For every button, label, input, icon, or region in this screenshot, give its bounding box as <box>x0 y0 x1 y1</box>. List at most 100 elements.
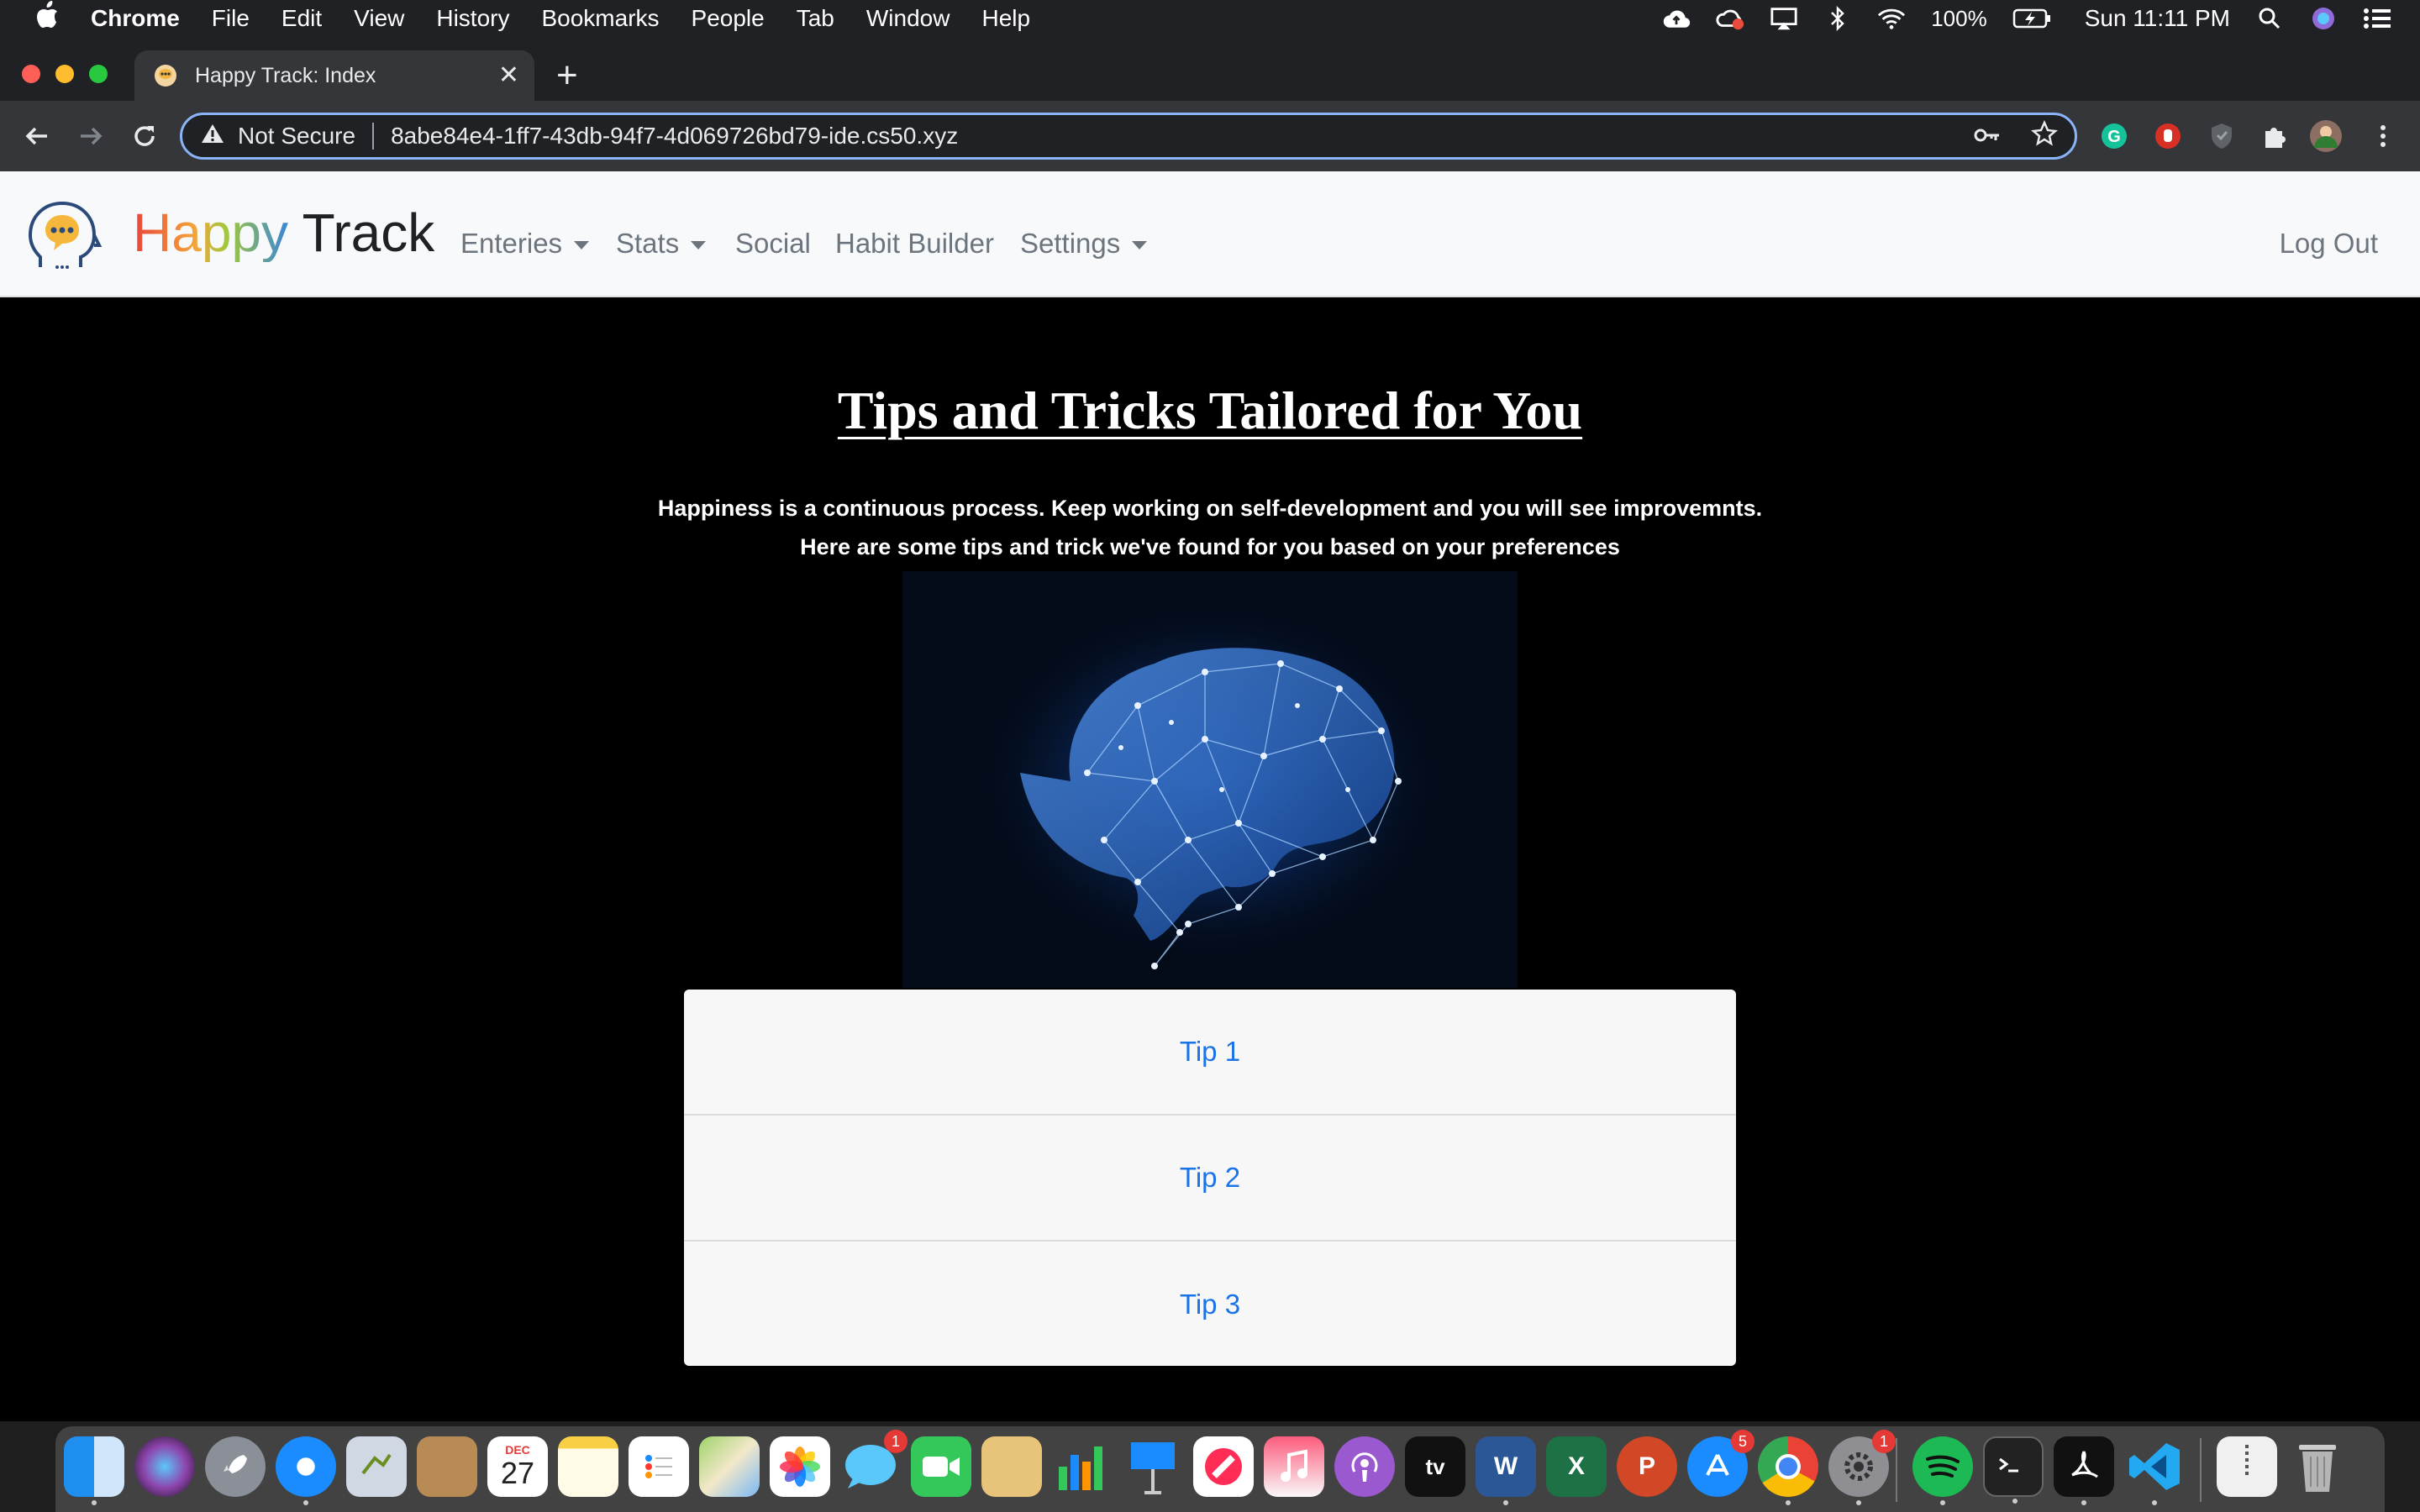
safari-compass-icon[interactable] <box>276 1436 336 1505</box>
macos-menu-bar: Chrome File Edit View History Bookmarks … <box>0 0 2420 37</box>
grammarly-extension-icon[interactable]: G <box>2097 119 2131 153</box>
nav-settings-dropdown[interactable]: Settings <box>1020 227 1148 260</box>
siri-icon[interactable] <box>2309 6 2338 31</box>
spotify-icon[interactable] <box>1912 1436 1973 1505</box>
key-icon[interactable] <box>1974 123 2001 150</box>
menu-app-name[interactable]: Chrome <box>91 5 180 32</box>
keynote-podium-icon[interactable] <box>1123 1436 1183 1497</box>
powerpoint-icon[interactable]: P <box>1617 1436 1677 1497</box>
logout-link[interactable]: Log Out <box>2280 227 2378 260</box>
tip-3-link[interactable]: Tip 3 <box>684 1242 1736 1366</box>
notes-icon[interactable] <box>558 1436 618 1497</box>
address-bar[interactable]: Not Secure 8abe84e4-1ff7-43db-94f7-4d069… <box>180 113 2077 160</box>
battery-icon[interactable] <box>2012 6 2051 31</box>
new-tab-button[interactable]: + <box>556 57 578 94</box>
warning-triangle-icon[interactable] <box>201 123 224 150</box>
calendar-icon[interactable]: DEC 27 <box>487 1436 548 1497</box>
apple-menu-icon[interactable] <box>32 0 62 37</box>
vscode-icon[interactable] <box>2124 1436 2185 1505</box>
menu-edit[interactable]: Edit <box>281 5 322 32</box>
nav-stats-dropdown[interactable]: Stats <box>616 227 707 260</box>
numbers-chart-icon[interactable] <box>1052 1436 1113 1497</box>
chrome-icon[interactable] <box>1758 1436 1818 1505</box>
menu-people[interactable]: People <box>692 5 765 32</box>
profile-avatar[interactable] <box>2309 119 2343 153</box>
wifi-icon[interactable] <box>1877 6 1906 31</box>
nav-enteries-dropdown[interactable]: Enteries <box>460 227 590 260</box>
word-icon[interactable]: W <box>1476 1436 1536 1505</box>
cloud-upload-icon[interactable] <box>1662 6 1691 31</box>
facetime-camera-icon[interactable] <box>911 1436 971 1497</box>
word-letter: W <box>1493 1452 1518 1480</box>
url-text[interactable]: 8abe84e4-1ff7-43db-94f7-4d069726bd79-ide… <box>391 123 958 150</box>
reload-icon[interactable] <box>128 119 161 153</box>
app-store-icon[interactable]: 5 <box>1687 1430 1754 1497</box>
contacts-book-icon[interactable] <box>417 1436 477 1497</box>
bluetooth-icon[interactable] <box>1823 6 1852 31</box>
nav-social-link[interactable]: Social <box>735 227 811 260</box>
clock[interactable]: Sun 11:11 PM <box>2085 5 2230 32</box>
tip-2-link[interactable]: Tip 2 <box>684 1116 1736 1242</box>
system-preferences-gear-icon[interactable]: 1 <box>1828 1430 1896 1505</box>
chrome-menu-icon[interactable] <box>2366 119 2400 153</box>
brand-track-text: Track <box>302 202 435 263</box>
siri-app-icon[interactable] <box>134 1436 195 1497</box>
mail-stamp-icon[interactable] <box>346 1436 407 1497</box>
apple-tv-icon[interactable]: tv <box>1405 1436 1465 1497</box>
back-arrow-icon[interactable] <box>20 119 54 153</box>
page-title: Tips and Tricks Tailored for You <box>837 381 1583 440</box>
tip-1-link[interactable]: Tip 1 <box>684 990 1736 1116</box>
terminal-icon[interactable] <box>1983 1436 2044 1504</box>
acrobat-icon[interactable] <box>2054 1436 2114 1505</box>
calendar-month: DEC <box>505 1443 530 1457</box>
window-zoom-button[interactable] <box>89 65 108 83</box>
browser-tab-active[interactable]: Happy Track: Index ✕ <box>134 50 534 101</box>
trash-icon[interactable] <box>2287 1436 2348 1497</box>
messages-bubble-icon[interactable]: 1 <box>840 1430 908 1497</box>
menu-window[interactable]: Window <box>866 5 950 32</box>
menu-help[interactable]: Help <box>981 5 1030 32</box>
preview-icon[interactable] <box>981 1436 1042 1497</box>
bookmark-star-icon[interactable] <box>2031 119 2058 153</box>
music-note-icon[interactable] <box>1264 1436 1324 1497</box>
creative-cloud-icon[interactable] <box>1716 6 1744 31</box>
powerpoint-letter: P <box>1638 1452 1655 1480</box>
shield-extension-icon[interactable] <box>2205 119 2238 153</box>
photos-flower-icon[interactable] <box>770 1436 830 1497</box>
finder-icon[interactable] <box>64 1436 124 1505</box>
control-center-icon[interactable] <box>2363 6 2391 31</box>
excel-icon[interactable]: X <box>1546 1436 1607 1497</box>
menu-tab[interactable]: Tab <box>797 5 834 32</box>
head-logo-icon[interactable] <box>25 197 106 277</box>
browser-tab-strip: Happy Track: Index ✕ + <box>0 37 2420 101</box>
spotlight-search-icon[interactable] <box>2255 6 2284 31</box>
reminders-icon[interactable] <box>629 1436 689 1497</box>
launchpad-rocket-icon[interactable] <box>205 1436 266 1497</box>
tab-close-icon[interactable]: ✕ <box>498 60 519 90</box>
hand-stop-extension-icon[interactable] <box>2151 119 2185 153</box>
not-secure-label[interactable]: Not Secure <box>238 123 355 150</box>
app-store-badge: 5 <box>1731 1430 1754 1453</box>
window-close-button[interactable] <box>22 65 40 83</box>
menu-bookmarks[interactable]: Bookmarks <box>541 5 659 32</box>
nav-habit-builder-link[interactable]: Habit Builder <box>835 227 994 260</box>
calendar-day: 27 <box>500 1456 535 1490</box>
tab-title: Happy Track: Index <box>195 63 376 87</box>
zip-archive-icon[interactable] <box>2217 1436 2277 1497</box>
podcasts-icon[interactable] <box>1334 1436 1395 1497</box>
airplay-icon[interactable] <box>1770 6 1798 31</box>
happy-track-favicon-icon <box>153 63 178 88</box>
forward-arrow-icon[interactable] <box>74 119 108 153</box>
menu-view[interactable]: View <box>354 5 404 32</box>
extensions-puzzle-icon[interactable] <box>2257 119 2291 153</box>
browser-toolbar: Not Secure 8abe84e4-1ff7-43db-94f7-4d069… <box>0 101 2420 171</box>
dock-separator <box>1896 1438 1897 1502</box>
nav-stats-label: Stats <box>616 228 680 259</box>
svg-text:G: G <box>2107 128 2121 146</box>
menu-history[interactable]: History <box>436 5 509 32</box>
news-icon[interactable] <box>1193 1436 1254 1497</box>
brand-logo[interactable]: Happy Track <box>133 203 434 262</box>
menu-file[interactable]: File <box>212 5 250 32</box>
maps-icon[interactable] <box>699 1436 760 1497</box>
window-minimize-button[interactable] <box>55 65 74 83</box>
